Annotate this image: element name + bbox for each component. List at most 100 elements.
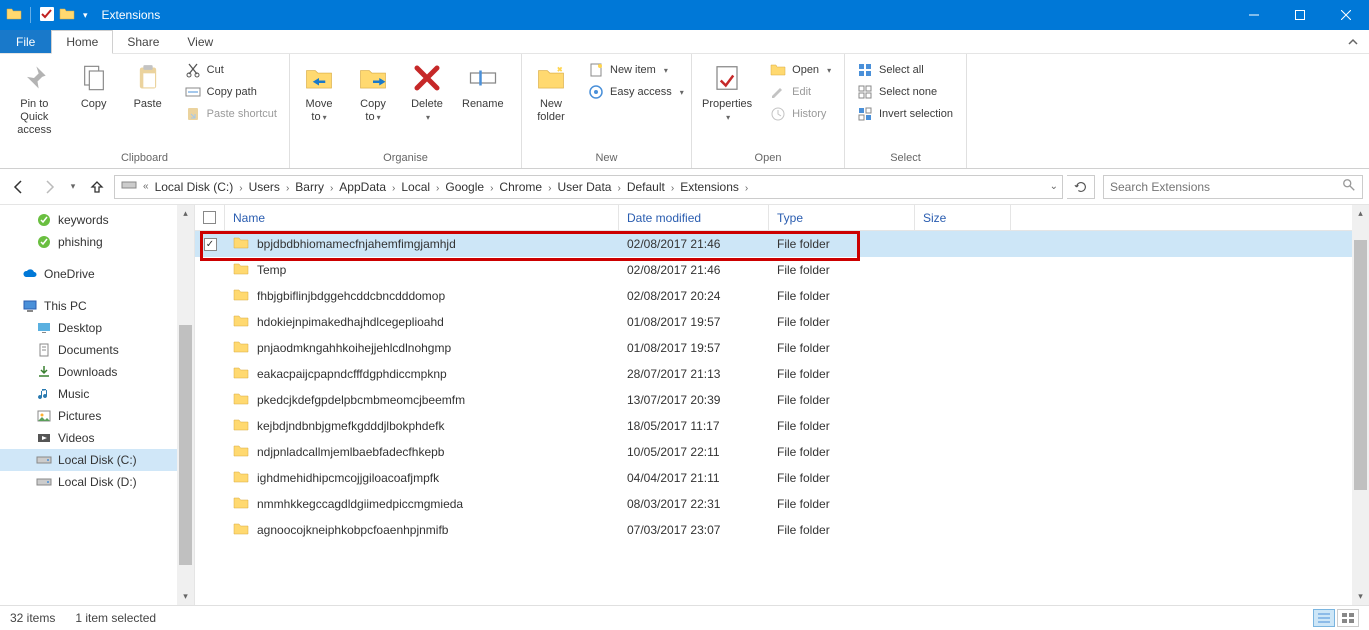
history-button[interactable]: History: [766, 104, 835, 124]
nav-item[interactable]: Documents: [0, 339, 194, 361]
back-button[interactable]: [6, 174, 32, 200]
qat-folder-icon[interactable]: [59, 6, 75, 25]
date-column-header[interactable]: Date modified: [619, 205, 769, 230]
qat-check-icon[interactable]: [39, 6, 55, 25]
file-scroll-up-icon[interactable]: ▴: [1352, 205, 1369, 222]
file-row[interactable]: ✓bpjdbdbhiomamecfnjahemfimgjamhjd02/08/2…: [195, 231, 1369, 257]
maximize-button[interactable]: [1277, 0, 1323, 30]
nav-scroll-thumb[interactable]: [179, 325, 192, 565]
nav-scrollbar[interactable]: ▴ ▾: [177, 205, 194, 605]
file-row[interactable]: kejbdjndbnbjgmefkgdddjlbokphdefk18/05/20…: [195, 413, 1369, 439]
file-row[interactable]: ndjpnladcallmjemlbaebfadecfhkepb10/05/20…: [195, 439, 1369, 465]
search-box[interactable]: [1103, 175, 1363, 199]
paste-shortcut-button[interactable]: Paste shortcut: [181, 104, 281, 124]
chevron-right-icon[interactable]: ›: [237, 183, 244, 194]
nav-item[interactable]: Music: [0, 383, 194, 405]
nav-item[interactable]: phishing: [0, 231, 194, 253]
file-tab[interactable]: File: [0, 30, 51, 53]
breadcrumb-segment[interactable]: Local: [397, 180, 434, 194]
nav-item[interactable]: Local Disk (D:): [0, 471, 194, 493]
breadcrumb-segment[interactable]: Default: [623, 180, 669, 194]
open-button[interactable]: Open▾: [766, 60, 835, 80]
file-row[interactable]: nmmhkkegccagdldgiimedpiccmgmieda08/03/20…: [195, 491, 1369, 517]
address-bar[interactable]: « Local Disk (C:)›Users›Barry›AppData›Lo…: [114, 175, 1063, 199]
invert-selection-button[interactable]: Invert selection: [853, 104, 957, 124]
file-row[interactable]: ighdmehidhipcmcojjgiloacoafjmpfk04/04/20…: [195, 465, 1369, 491]
delete-button[interactable]: Delete▾: [400, 58, 454, 124]
breadcrumb-segment[interactable]: AppData: [335, 180, 390, 194]
file-row[interactable]: agnoocojkneiphkobpcfoaenhpjnmifb07/03/20…: [195, 517, 1369, 543]
name-column-header[interactable]: Name: [225, 205, 619, 230]
forward-button[interactable]: [36, 174, 62, 200]
chevron-right-icon[interactable]: «: [141, 181, 151, 192]
rename-button[interactable]: Rename: [454, 58, 512, 111]
properties-button[interactable]: Properties▾: [694, 58, 760, 124]
view-tab[interactable]: View: [173, 30, 227, 53]
file-row[interactable]: fhbjgbiflinjbdggehcddcbncdddomop02/08/20…: [195, 283, 1369, 309]
paste-button[interactable]: Paste: [121, 58, 175, 111]
file-size: [915, 413, 1011, 439]
thumbnails-view-button[interactable]: [1337, 609, 1359, 627]
pin-to-quick-access-button[interactable]: Pin to Quick access: [2, 58, 67, 137]
checkbox-column-header[interactable]: [195, 205, 225, 230]
edit-button[interactable]: Edit: [766, 82, 835, 102]
recent-dropdown-icon[interactable]: ▾: [66, 174, 80, 200]
copy-button[interactable]: Copy: [67, 58, 121, 111]
nav-item[interactable]: Pictures: [0, 405, 194, 427]
breadcrumb-segment[interactable]: User Data: [553, 180, 615, 194]
up-button[interactable]: [84, 174, 110, 200]
copy-path-button[interactable]: Copy path: [181, 82, 281, 102]
file-scrollbar[interactable]: ▴ ▾: [1352, 205, 1369, 605]
minimize-button[interactable]: [1231, 0, 1277, 30]
chevron-right-icon[interactable]: ›: [743, 183, 750, 194]
nav-item[interactable]: Local Disk (C:): [0, 449, 194, 471]
file-row[interactable]: eakacpaijcpapndcfffdgphdiccmpknp28/07/20…: [195, 361, 1369, 387]
file-scroll-thumb[interactable]: [1354, 240, 1367, 490]
file-row[interactable]: pkedcjkdefgpdelpbcmbmeomcjbeemfm13/07/20…: [195, 387, 1369, 413]
drive-icon: [117, 177, 141, 196]
file-row[interactable]: Temp02/08/2017 21:46File folder: [195, 257, 1369, 283]
breadcrumb-segment[interactable]: Barry: [291, 180, 328, 194]
easy-access-button[interactable]: Easy access▾: [584, 82, 688, 102]
home-tab[interactable]: Home: [51, 30, 113, 54]
nav-item[interactable]: Downloads: [0, 361, 194, 383]
breadcrumb-segment[interactable]: Extensions: [676, 180, 743, 194]
chevron-right-icon[interactable]: ›: [615, 183, 622, 194]
type-column-header[interactable]: Type: [769, 205, 915, 230]
breadcrumb-segment[interactable]: Google: [441, 180, 488, 194]
navigation-pane[interactable]: keywordsphishingOneDriveThis PCDesktopDo…: [0, 205, 195, 605]
nav-item[interactable]: Videos: [0, 427, 194, 449]
breadcrumb-segment[interactable]: Users: [245, 180, 284, 194]
nav-item[interactable]: This PC: [0, 295, 194, 317]
new-item-button[interactable]: New item▾: [584, 60, 688, 80]
search-input[interactable]: [1110, 180, 1356, 194]
file-row[interactable]: pnjaodmkngahhkoihejjehlcdlnohgmp01/08/20…: [195, 335, 1369, 361]
nav-item[interactable]: Desktop: [0, 317, 194, 339]
breadcrumb-segment[interactable]: Chrome: [495, 180, 546, 194]
copy-to-button[interactable]: Copy to▾: [346, 58, 400, 124]
select-group-label: Select: [847, 150, 964, 166]
refresh-button[interactable]: [1067, 175, 1095, 199]
collapse-ribbon-icon[interactable]: [1337, 30, 1369, 53]
move-to-button[interactable]: Move to▾: [292, 58, 346, 124]
nav-item[interactable]: keywords: [0, 209, 194, 231]
share-tab[interactable]: Share: [113, 30, 173, 53]
nav-scroll-up-icon[interactable]: ▴: [177, 205, 194, 222]
file-scroll-down-icon[interactable]: ▾: [1352, 588, 1369, 605]
row-checkbox[interactable]: ✓: [204, 238, 217, 251]
file-type: File folder: [769, 465, 915, 491]
new-folder-button[interactable]: New folder: [524, 58, 578, 124]
qat-dropdown-icon[interactable]: ▾: [79, 10, 92, 21]
breadcrumb-segment[interactable]: Local Disk (C:): [151, 180, 238, 194]
nav-item[interactable]: OneDrive: [0, 263, 194, 285]
close-button[interactable]: [1323, 0, 1369, 30]
file-row[interactable]: hdokiejnpimakedhajhdlcegeplioahd01/08/20…: [195, 309, 1369, 335]
size-column-header[interactable]: Size: [915, 205, 1011, 230]
folder-icon: [233, 365, 249, 384]
details-view-button[interactable]: [1313, 609, 1335, 627]
cut-button[interactable]: Cut: [181, 60, 281, 80]
select-none-button[interactable]: Select none: [853, 82, 957, 102]
select-all-button[interactable]: Select all: [853, 60, 957, 80]
address-dropdown-icon[interactable]: ⌄: [1048, 181, 1060, 192]
nav-scroll-down-icon[interactable]: ▾: [177, 588, 194, 605]
